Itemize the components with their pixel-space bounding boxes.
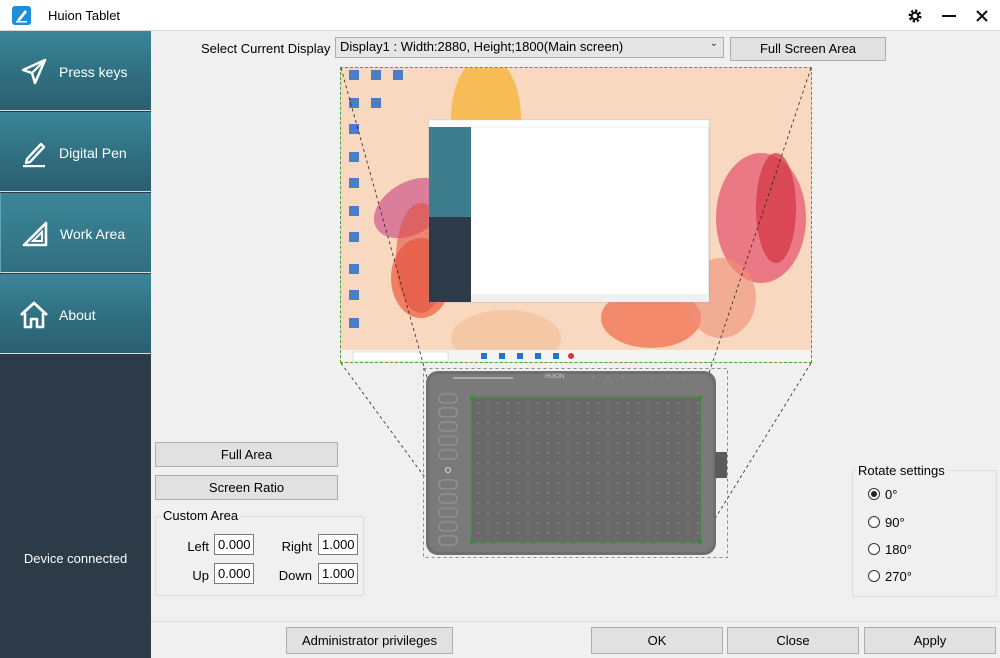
display-select-value: Display1 : Width:2880, Height;1800(Main … [340,39,624,54]
rotate-option-label: 0° [885,487,898,502]
right-label: Right [281,539,312,554]
administrator-privileges-button[interactable]: Administrator privileges [286,627,453,654]
settings-gear-icon[interactable] [904,5,926,27]
full-screen-area-button[interactable]: Full Screen Area [730,37,886,61]
up-input[interactable] [214,563,254,584]
rotate-90-radio[interactable] [868,516,880,528]
app-logo-icon [12,6,31,25]
display-select[interactable]: Display1 : Width:2880, Height;1800(Main … [335,37,724,58]
left-input[interactable] [214,534,254,555]
minimize-icon[interactable] [938,5,960,27]
left-label: Left [187,539,209,554]
rotate-option-label: 90° [885,515,905,530]
ok-button[interactable]: OK [591,627,723,654]
custom-area-title: Custom Area [161,508,241,523]
pen-icon [19,138,49,168]
right-input[interactable] [318,534,358,555]
chevron-down-icon: ⌄ [709,38,718,49]
sidebar-item-press-keys[interactable]: Press keys [0,31,151,111]
up-label: Up [192,568,209,583]
close-icon[interactable] [971,5,993,27]
title-bar: Huion Tablet [0,0,1000,31]
tablet-brand-label: HUION [545,374,565,380]
sidebar-item-label: About [59,307,96,323]
tablet-preview: HUION [423,368,728,558]
down-label: Down [278,568,312,583]
send-arrow-icon [19,57,49,87]
sidebar-item-digital-pen[interactable]: Digital Pen [0,112,151,192]
rotate-0-radio[interactable] [868,488,880,500]
sidebar-item-label: Digital Pen [59,145,127,161]
rotate-270-radio[interactable] [868,570,880,582]
sidebar-item-work-area[interactable]: Work Area [0,193,151,273]
full-area-button[interactable]: Full Area [155,442,338,467]
screen-preview [340,67,812,363]
screen-ratio-button[interactable]: Screen Ratio [155,475,338,500]
rotate-180-radio[interactable] [868,543,880,555]
sidebar-item-label: Press keys [59,64,128,80]
down-input[interactable] [318,563,358,584]
apply-button[interactable]: Apply [864,627,996,654]
sidebar-item-about[interactable]: About [0,274,151,354]
device-status: Device connected [23,551,128,566]
rotate-option-label: 180° [885,542,912,557]
sidebar: Press keys Digital Pen Work Area About D… [0,31,151,658]
sidebar-item-label: Work Area [60,226,126,242]
rotate-option-label: 270° [885,569,912,584]
set-square-icon [20,219,50,249]
close-button[interactable]: Close [727,627,859,654]
rotate-settings-title: Rotate settings [856,463,947,478]
custom-area-group [155,516,364,596]
home-icon [19,300,49,330]
display-select-label: Select Current Display [201,41,331,56]
window-title: Huion Tablet [48,8,121,23]
